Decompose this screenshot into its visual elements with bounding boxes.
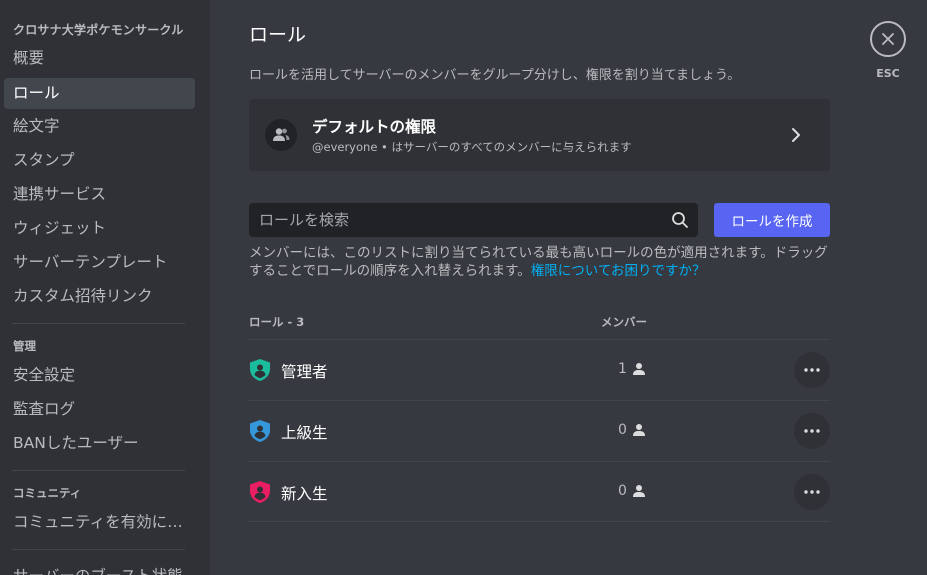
- roles-column-header: ロール - 3: [249, 315, 305, 329]
- person-icon: [632, 363, 645, 375]
- default-permissions-card[interactable]: デフォルトの権限 @everyone • はサーバーのすべてのメンバーに与えられ…: [249, 99, 830, 171]
- sidebar-item-enable-community[interactable]: コミュニティを有効にする: [4, 507, 195, 538]
- shield-user-icon: [250, 420, 270, 442]
- role-member-count: 1: [618, 361, 646, 377]
- sidebar-item-integrations[interactable]: 連携サービス: [4, 179, 195, 210]
- more-horizontal-icon: [804, 368, 820, 372]
- role-name: 新入生: [281, 485, 328, 503]
- sidebar-item-vanity-url[interactable]: カスタム招待リンク: [4, 281, 195, 312]
- role-member-count: 0: [618, 483, 646, 499]
- close-icon: [882, 33, 894, 45]
- shield-user-icon: [250, 359, 270, 381]
- close-settings: ESC: [870, 21, 906, 80]
- role-search-input[interactable]: [249, 203, 659, 237]
- role-hint: メンバーには、このリストに割り当てられている最も高いロールの色が適用されます。ド…: [249, 244, 834, 280]
- role-row[interactable]: 管理者 1: [249, 339, 830, 400]
- sidebar-divider: [12, 323, 185, 324]
- role-member-count: 0: [618, 422, 646, 438]
- sidebar-item-widget[interactable]: ウィジェット: [4, 213, 195, 244]
- default-permissions-subtitle: @everyone • はサーバーのすべてのメンバーに与えられます: [312, 140, 632, 154]
- sidebar-item-roles[interactable]: ロール: [4, 78, 195, 109]
- server-name: クロサナ大学ポケモンサークル: [13, 23, 184, 37]
- person-icon: [632, 424, 645, 436]
- role-more-button[interactable]: [794, 352, 830, 388]
- page-title: ロール: [249, 24, 307, 46]
- settings-sidebar: クロサナ大学ポケモンサークル 概要 ロール 絵文字 スタンプ 連携サービス ウィ…: [0, 0, 210, 575]
- role-row[interactable]: 新入生 0: [249, 461, 830, 522]
- more-horizontal-icon: [804, 490, 820, 494]
- create-role-button[interactable]: ロールを作成: [714, 203, 830, 237]
- esc-label: ESC: [876, 67, 900, 80]
- member-count-value: 0: [618, 483, 627, 499]
- sidebar-item-overview[interactable]: 概要: [4, 43, 195, 74]
- sidebar-item-audit-log[interactable]: 監査ログ: [4, 394, 195, 425]
- search-icon: [672, 212, 688, 228]
- page-description: ロールを活用してサーバーのメンバーをグループ分けし、権限を割り当てましょう。: [249, 68, 741, 83]
- role-more-button[interactable]: [794, 474, 830, 510]
- members-column-header: メンバー: [601, 315, 647, 329]
- sidebar-item-stickers[interactable]: スタンプ: [4, 145, 195, 176]
- role-name: 上級生: [281, 424, 328, 442]
- sidebar-item-server-template[interactable]: サーバーテンプレート: [4, 247, 195, 278]
- role-search: [249, 203, 698, 237]
- sidebar-item-bans[interactable]: BANしたユーザー: [4, 428, 195, 459]
- member-count-value: 0: [618, 422, 627, 438]
- sidebar-item-server-boost[interactable]: サーバーのブースト状態: [4, 561, 195, 575]
- sidebar-section-manage: 管理: [13, 339, 36, 353]
- member-count-value: 1: [618, 361, 627, 377]
- sidebar-section-community: コミュニティ: [13, 486, 82, 500]
- default-permissions-title: デフォルトの権限: [312, 118, 437, 136]
- sidebar-divider: [12, 549, 185, 550]
- permissions-help-link[interactable]: 権限についてお困りですか？: [531, 263, 706, 279]
- role-name: 管理者: [281, 363, 328, 381]
- chevron-right-icon: [792, 128, 800, 142]
- role-row[interactable]: 上級生 0: [249, 400, 830, 461]
- more-horizontal-icon: [804, 429, 820, 433]
- sidebar-divider: [12, 470, 185, 471]
- close-button[interactable]: [870, 21, 906, 57]
- sidebar-item-safety[interactable]: 安全設定: [4, 360, 195, 391]
- shield-user-icon: [250, 481, 270, 503]
- sidebar-item-emoji[interactable]: 絵文字: [4, 111, 195, 142]
- users-icon: [265, 119, 297, 151]
- person-icon: [632, 485, 645, 497]
- role-more-button[interactable]: [794, 413, 830, 449]
